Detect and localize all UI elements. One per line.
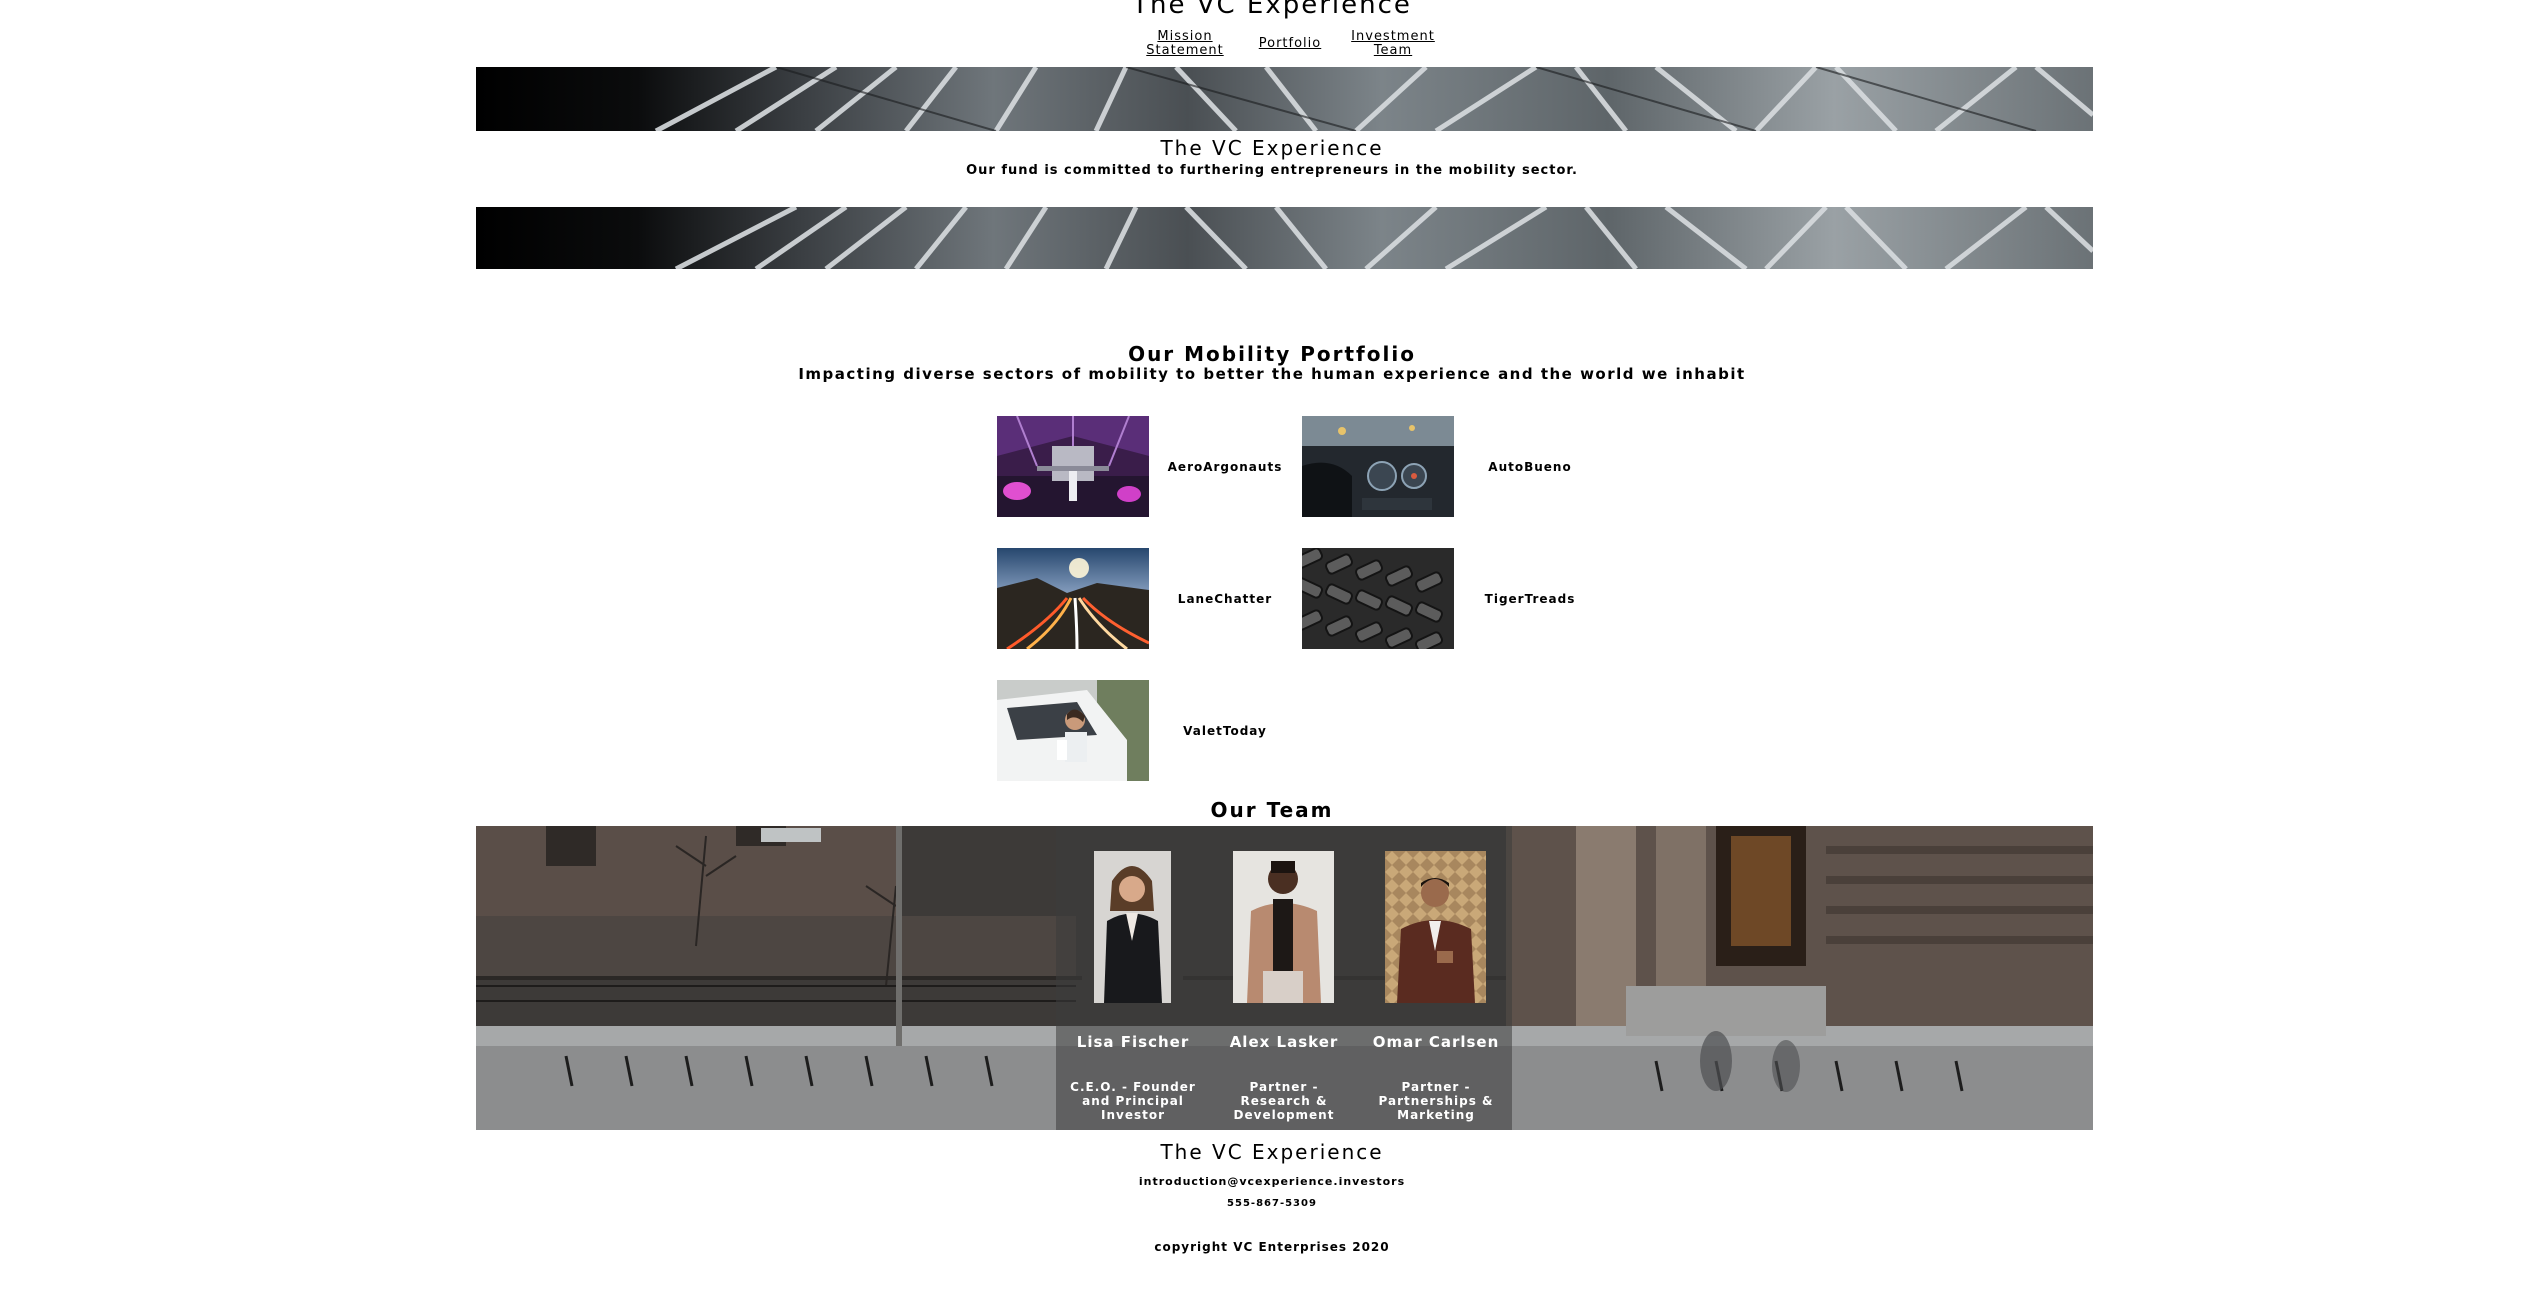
hero-subtitle: Our fund is committed to furthering entr… — [966, 163, 1578, 178]
member-role-lisa-fischer: C.E.O. - Founder and Principal Investor — [1070, 1080, 1196, 1122]
portfolio-label-autobueno[interactable]: AutoBueno — [1455, 460, 1605, 474]
portrait-photo — [1233, 851, 1334, 1003]
portfolio-image-valettoday[interactable] — [997, 680, 1149, 781]
aircraft-hangar-photo — [997, 416, 1149, 517]
footer-phone: 555-867-5309 — [1227, 1198, 1317, 1209]
nav-investment-team[interactable]: Investment Team — [1338, 30, 1448, 58]
portfolio-subtitle: Impacting diverse sectors of mobility to… — [798, 365, 1746, 383]
portfolio-label-lanechatter[interactable]: LaneChatter — [1150, 592, 1300, 606]
portfolio-label-aeroargonauts[interactable]: AeroArgonauts — [1150, 460, 1300, 474]
portrait-photo — [1082, 851, 1183, 1003]
member-photo-lisa-fischer — [1082, 851, 1183, 1003]
footer-email-link[interactable]: introduction@vcexperience.investors — [0, 1175, 2544, 1188]
portfolio-image-lanechatter[interactable] — [997, 548, 1149, 649]
car-dashboard-photo — [1302, 416, 1454, 517]
main-nav: Mission Statement Portfolio Investment T… — [1130, 30, 1450, 60]
banner-lattice-image — [654, 67, 2093, 131]
member-role-alex-lasker: Partner - Research & Development — [1233, 1080, 1335, 1122]
portfolio-label-tigertreads[interactable]: TigerTreads — [1455, 592, 1605, 606]
portfolio-image-tigertreads[interactable] — [1302, 548, 1454, 649]
member-role-omar-carlsen: Partner - Partnerships & Marketing — [1378, 1080, 1494, 1122]
portfolio-title: Our Mobility Portfolio — [1128, 342, 1416, 366]
banner-lattice-image — [674, 207, 2093, 269]
highway-light-trails-photo — [997, 548, 1149, 649]
tire-treads-photo — [1302, 548, 1454, 649]
portfolio-image-aeroargonauts[interactable] — [997, 416, 1149, 517]
footer-copyright: copyright VC Enterprises 2020 — [1154, 1240, 1390, 1254]
member-name-lisa-fischer: Lisa Fischer — [1076, 1033, 1190, 1051]
portfolio-label-valettoday[interactable]: ValetToday — [1150, 724, 1300, 738]
valet-driver-photo — [997, 680, 1149, 781]
member-name-alex-lasker: Alex Lasker — [1229, 1033, 1339, 1051]
member-name-omar-carlsen: Omar Carlsen — [1372, 1033, 1500, 1051]
architecture-banner-bottom — [476, 207, 2093, 269]
nav-mission-statement[interactable]: Mission Statement — [1130, 30, 1240, 58]
member-photo-omar-carlsen — [1385, 851, 1486, 1003]
portfolio-image-autobueno[interactable] — [1302, 416, 1454, 517]
member-photo-alex-lasker — [1233, 851, 1334, 1003]
team-title: Our Team — [1210, 798, 1334, 822]
site-title: The VC Experience — [1132, 0, 1412, 20]
footer-title: The VC Experience — [1160, 1140, 1384, 1164]
portrait-photo — [1385, 851, 1486, 1003]
hero-title: The VC Experience — [1160, 136, 1384, 160]
nav-portfolio[interactable]: Portfolio — [1235, 37, 1345, 51]
architecture-banner-top — [476, 67, 2093, 131]
